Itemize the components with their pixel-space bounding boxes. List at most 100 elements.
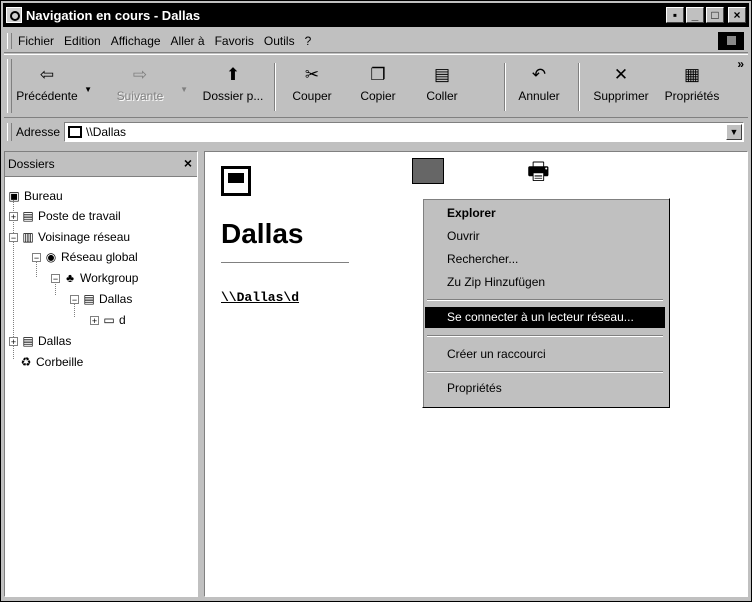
tree-label: Workgroup (80, 271, 139, 285)
address-value: \\Dallas (86, 125, 127, 139)
window-title: Navigation en cours - Dallas (26, 7, 201, 23)
scissors-icon: ✂ (304, 65, 320, 84)
menu-affichage[interactable]: Affichage (111, 34, 161, 48)
expand-plus-icon[interactable]: + (90, 315, 99, 325)
forward-label: Suivante (116, 89, 164, 103)
folder-up-label: Dossier p... (202, 89, 264, 103)
tree-item-poste-de-travail[interactable]: + ▤ Poste de travail (9, 207, 121, 225)
tree-label: Dallas (99, 292, 133, 306)
explorer-window: Navigation en cours - Dallas ▪ _ □ × Fic… (0, 0, 752, 602)
forward-dropdown-icon[interactable]: ▼ (180, 85, 188, 94)
menu-map-network-drive[interactable]: Se connecter à un lecteur réseau... (425, 307, 665, 328)
maximize-button[interactable]: □ (706, 7, 724, 23)
folders-pane: Dossiers × ▣ Bureau + ▤ Poste de travail… (4, 151, 198, 597)
forward-button[interactable]: ⇨ Suivante ▼ (108, 59, 188, 113)
folder-up-icon: ⬆ (225, 65, 241, 84)
close-pane-icon[interactable]: × (184, 155, 192, 171)
menu-properties[interactable]: Propriétés (425, 378, 665, 399)
collapse-minus-icon[interactable]: − (51, 273, 60, 283)
paste-button[interactable]: ▤ Coller (414, 59, 470, 113)
address-dropdown-icon[interactable]: ▼ (726, 124, 742, 140)
tree-label: Corbeille (36, 355, 84, 369)
menu-edition[interactable]: Edition (64, 34, 101, 48)
toolbar-overflow-icon[interactable]: » (737, 57, 744, 71)
undo-button[interactable]: ↶ Annuler (510, 59, 568, 113)
menu-zip[interactable]: Zu Zip Hinzufügen (425, 272, 665, 293)
title-underline (221, 262, 349, 263)
cut-button[interactable]: ✂ Couper (284, 59, 340, 113)
menu-aller-a[interactable]: Aller à (171, 34, 205, 48)
tree-label: Voisinage réseau (38, 230, 131, 244)
explorer-icon (6, 7, 22, 23)
folders-title: Dossiers (8, 157, 55, 171)
computer-icon (221, 166, 251, 196)
tree-label: Poste de travail (38, 209, 121, 223)
computer-icon: ▤ (83, 292, 95, 306)
address-input[interactable]: \\Dallas ▼ (64, 122, 744, 142)
menu-separator (427, 335, 663, 337)
properties-button[interactable]: ▦ Propriétés (660, 59, 724, 113)
collapse-minus-icon[interactable]: − (70, 294, 79, 304)
copy-button[interactable]: ❐ Copier (350, 59, 406, 113)
menu-separator (427, 299, 663, 301)
expand-plus-icon[interactable]: + (9, 211, 18, 221)
cut-label: Couper (292, 89, 332, 103)
globe-network-icon: ◉ (45, 250, 57, 264)
delete-label: Supprimer (593, 89, 649, 103)
tree-item-dallas[interactable]: − ▤ Dallas (70, 290, 132, 308)
share-link[interactable]: \\Dallas\d (221, 290, 299, 305)
folders-header: Dossiers × (5, 152, 197, 177)
delete-x-icon: ✕ (613, 65, 629, 84)
toolbar-grip[interactable] (7, 59, 12, 113)
copy-label: Copier (360, 89, 396, 103)
tree-item-corbeille[interactable]: ♻ Corbeille (19, 353, 84, 371)
toolbar-separator (274, 63, 276, 111)
close-button[interactable]: × (728, 7, 746, 23)
menu-favoris[interactable]: Favoris (215, 34, 254, 48)
menu-separator (427, 371, 663, 373)
tree-item-voisinage-reseau[interactable]: − ▥ Voisinage réseau (9, 228, 130, 246)
menu-explorer[interactable]: Explorer (425, 203, 665, 224)
content-title: Dallas (221, 218, 304, 249)
toolbar-separator (578, 63, 580, 111)
tree-item-workgroup[interactable]: − ♣ Workgroup (51, 269, 138, 287)
toolbar: ⇦ Précédente ▼ ⇨ Suivante ▼ ⬆ Dossier p.… (4, 54, 748, 118)
computer-icon: ▤ (22, 209, 34, 223)
menu-bar: Fichier Edition Affichage Aller à Favori… (4, 30, 748, 53)
menu-fichier[interactable]: Fichier (18, 34, 54, 48)
paste-label: Coller (426, 89, 458, 103)
tree-item-reseau-global[interactable]: − ◉ Réseau global (32, 248, 138, 266)
paste-icon: ▤ (433, 65, 451, 84)
back-button[interactable]: ⇦ Précédente ▼ (14, 59, 92, 113)
printer-icon[interactable]: 🖶 (527, 158, 561, 186)
tree-label: Dallas (38, 334, 72, 348)
toolbar-separator (504, 63, 506, 111)
menu-help[interactable]: ? (305, 34, 312, 48)
minimize-button[interactable]: _ (686, 7, 704, 23)
copy-icon: ❐ (370, 65, 386, 84)
restore-small-icon[interactable]: ▪ (666, 7, 684, 23)
collapse-minus-icon[interactable]: − (9, 232, 18, 242)
back-label: Précédente (16, 89, 78, 103)
menu-ouvrir[interactable]: Ouvrir (425, 226, 665, 247)
delete-button[interactable]: ✕ Supprimer (588, 59, 654, 113)
tree-item-bureau[interactable]: ▣ Bureau (7, 187, 63, 205)
back-dropdown-icon[interactable]: ▼ (84, 85, 92, 94)
shared-folder-icon[interactable] (412, 158, 444, 184)
tree-item-dallas-2[interactable]: + ▤ Dallas (9, 332, 71, 350)
folder-up-button[interactable]: ⬆ Dossier p... (198, 59, 268, 113)
menubar-grip[interactable] (7, 33, 12, 49)
tree-item-d[interactable]: + ▭ d (90, 311, 126, 329)
menu-outils[interactable]: Outils (264, 34, 295, 48)
address-bar: Adresse \\Dallas ▼ (4, 119, 748, 145)
menu-rechercher[interactable]: Rechercher... (425, 249, 665, 270)
addressbar-grip[interactable] (7, 123, 12, 141)
menu-create-shortcut[interactable]: Créer un raccourci (425, 344, 665, 365)
expand-plus-icon[interactable]: + (9, 336, 18, 346)
collapse-minus-icon[interactable]: − (32, 252, 41, 262)
tree-label: Bureau (24, 189, 63, 203)
undo-label: Annuler (518, 89, 560, 103)
address-label: Adresse (16, 125, 61, 139)
title-bar[interactable]: Navigation en cours - Dallas ▪ _ □ × (3, 3, 749, 27)
properties-icon: ▦ (683, 65, 701, 84)
